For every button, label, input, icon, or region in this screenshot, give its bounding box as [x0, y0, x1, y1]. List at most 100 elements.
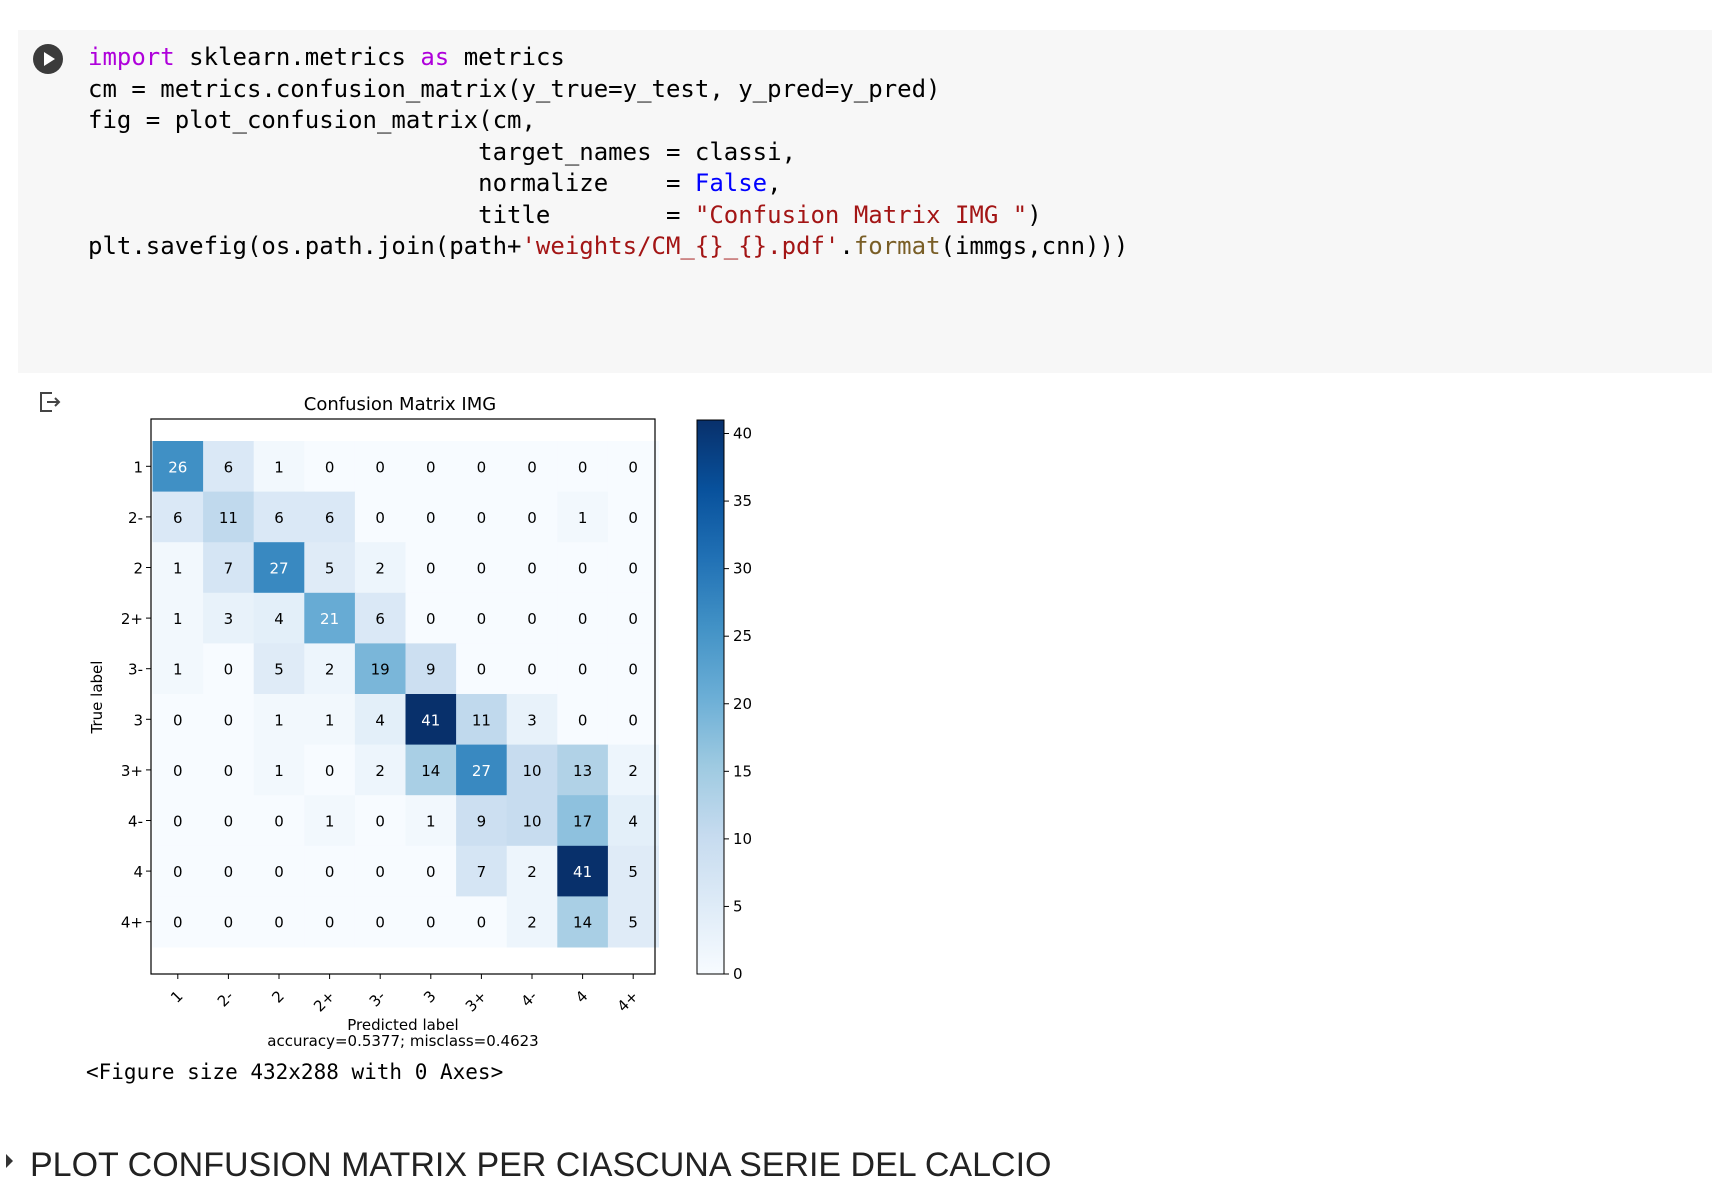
cell-value-label: 6 — [173, 509, 183, 527]
cell-value-label: 0 — [224, 762, 234, 780]
cell-value-label: 0 — [578, 661, 588, 679]
cell-value-label: 0 — [477, 610, 487, 628]
cell-value-label: 1 — [325, 711, 335, 729]
cell-value-label: 0 — [628, 458, 638, 476]
cell-value-label: 1 — [426, 813, 436, 831]
cell-value-label: 0 — [426, 509, 436, 527]
cell-value-label: 27 — [269, 560, 288, 578]
cell-value-label: 0 — [375, 914, 385, 932]
cell-value-label: 7 — [477, 863, 487, 881]
cell-value-label: 9 — [426, 661, 436, 679]
cell-value-label: 0 — [628, 711, 638, 729]
cell-value-label: 5 — [628, 863, 638, 881]
cell-value-label: 27 — [472, 762, 491, 780]
cell-value-label: 0 — [628, 610, 638, 628]
chart-title: Confusion Matrix IMG — [304, 394, 496, 415]
cell-value-label: 41 — [421, 711, 440, 729]
cell-value-label: 0 — [426, 863, 436, 881]
cell-value-label: 11 — [472, 711, 491, 729]
x-tick-label: 1 — [167, 987, 186, 1006]
cell-value-label: 0 — [375, 863, 385, 881]
x-tick-label: 2- — [214, 987, 237, 1010]
cell-value-label: 0 — [477, 661, 487, 679]
cell-value-label: 0 — [375, 813, 385, 831]
y-tick-label: 3- — [128, 661, 143, 679]
x-tick-label: 4 — [572, 987, 591, 1006]
cell-value-label: 0 — [274, 914, 284, 932]
cell-value-label: 0 — [325, 863, 335, 881]
cell-value-label: 0 — [224, 863, 234, 881]
cell-value-label: 0 — [224, 711, 234, 729]
y-tick-label: 2- — [128, 509, 143, 527]
x-tick-label: 2 — [268, 987, 287, 1006]
cell-value-label: 0 — [224, 914, 234, 932]
cell-value-label: 0 — [578, 610, 588, 628]
cell-value-label: 3 — [224, 610, 234, 628]
cell-value-label: 26 — [168, 458, 187, 476]
cell-value-label: 0 — [224, 661, 234, 679]
y-tick-label: 4 — [133, 863, 143, 881]
x-tick-label: 4+ — [614, 987, 642, 1015]
x-tick-label: 3 — [420, 987, 439, 1006]
cell-value-label: 0 — [325, 914, 335, 932]
cell-value-label: 0 — [173, 711, 183, 729]
cell-value-label: 17 — [573, 813, 592, 831]
cell-value-label: 13 — [573, 762, 592, 780]
cell-value-label: 0 — [527, 610, 537, 628]
y-axis-label: True label — [88, 661, 106, 735]
cell-value-label: 0 — [527, 661, 537, 679]
cell-value-label: 6 — [274, 509, 284, 527]
cell-value-label: 14 — [421, 762, 440, 780]
cell-value-label: 2 — [628, 762, 638, 780]
cell-value-label: 0 — [325, 458, 335, 476]
x-tick-label: 3- — [366, 987, 389, 1010]
cell-value-label: 0 — [578, 458, 588, 476]
cell-value-label: 5 — [274, 661, 284, 679]
cell-value-label: 0 — [578, 711, 588, 729]
cell-value-label: 0 — [477, 509, 487, 527]
cell-value-label: 0 — [628, 560, 638, 578]
cell-value-label: 41 — [573, 863, 592, 881]
cell-value-label: 0 — [578, 560, 588, 578]
cell-value-label: 1 — [578, 509, 588, 527]
y-tick-label: 4- — [128, 813, 143, 831]
cell-value-label: 1 — [274, 458, 284, 476]
cell-value-label: 0 — [477, 458, 487, 476]
cell-value-label: 0 — [325, 762, 335, 780]
cell-value-label: 6 — [375, 610, 385, 628]
y-tick-label: 2+ — [121, 610, 143, 628]
cell-value-label: 0 — [527, 458, 537, 476]
cell-value-label: 19 — [371, 661, 390, 679]
cell-value-label: 0 — [527, 560, 537, 578]
cell-value-label: 0 — [426, 458, 436, 476]
x-tick-labels: 1 2- 2 2+ 3- 3 3+ 4- 4 4+ — [167, 974, 642, 1015]
colorbar-tick-label: 25 — [733, 627, 752, 645]
cell-value-label: 2 — [375, 560, 385, 578]
colorbar-tick-label: 10 — [733, 830, 752, 848]
collapsed-section[interactable]: PLOT CONFUSION MATRIX PER CIASCUNA SERIE… — [0, 1138, 1051, 1192]
cell-value-label: 10 — [522, 813, 541, 831]
cell-value-label: 10 — [522, 762, 541, 780]
cell-value-label: 0 — [375, 458, 385, 476]
cell-value-label: 9 — [477, 813, 487, 831]
y-tick-label: 2 — [133, 560, 143, 578]
cell-value-label: 3 — [527, 711, 537, 729]
cell-value-label: 0 — [173, 762, 183, 780]
colorbar-tick-label: 0 — [733, 965, 743, 983]
cell-value-label: 0 — [426, 914, 436, 932]
cell-value-label: 0 — [224, 813, 234, 831]
section-title: PLOT CONFUSION MATRIX PER CIASCUNA SERIE… — [30, 1146, 1052, 1184]
cell-value-label: 0 — [274, 813, 284, 831]
cell-value-label: 6 — [325, 509, 335, 527]
x-tick-label: 2+ — [310, 987, 338, 1015]
cell-value-label: 2 — [527, 914, 537, 932]
cell-value-label: 2 — [527, 863, 537, 881]
y-tick-label: 3 — [133, 711, 143, 729]
cell-value-label: 0 — [477, 914, 487, 932]
accuracy-label: accuracy=0.5377; misclass=0.4623 — [267, 1032, 538, 1050]
colorbar-tick-label: 5 — [733, 897, 743, 915]
expand-caret-icon[interactable] — [6, 1154, 13, 1168]
cell-value-label: 1 — [173, 610, 183, 628]
cell-value-label: 6 — [224, 458, 234, 476]
cell-value-label: 0 — [274, 863, 284, 881]
